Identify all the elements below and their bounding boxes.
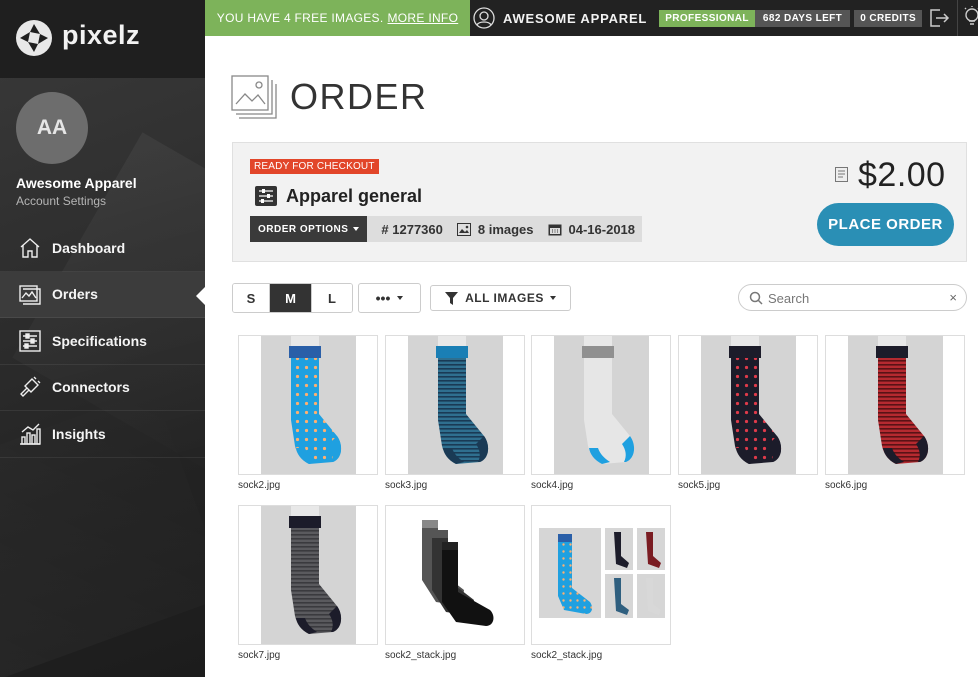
size-medium-button[interactable]: M <box>270 284 312 312</box>
image-tile[interactable]: sock5.jpg <box>678 335 818 491</box>
image-tile[interactable]: sock4.jpg <box>531 335 671 491</box>
image-filename: sock6.jpg <box>825 480 868 491</box>
receipt-icon[interactable] <box>835 167 848 182</box>
brand-name: pixelz <box>62 20 141 50</box>
account-settings-link[interactable]: Account Settings <box>16 194 106 208</box>
sidebar-item-connectors[interactable]: Connectors <box>0 365 205 411</box>
order-summary-panel: READY FOR CHECKOUT Apparel general ORDER… <box>232 142 967 262</box>
account-name[interactable]: Awesome Apparel <box>16 175 137 191</box>
top-bar: YOU HAVE 4 FREE IMAGES. MORE INFO AWESOM… <box>205 0 978 36</box>
chart-icon <box>20 423 41 445</box>
sliders-icon <box>19 330 41 352</box>
pixelz-logo-icon <box>16 20 52 56</box>
image-tile[interactable]: sock2_stack.jpg <box>385 505 525 661</box>
order-meta-bar: ORDER OPTIONS # 1277360 8 images 04-16-2… <box>250 216 642 242</box>
sliders-icon <box>255 186 277 206</box>
more-actions-button[interactable]: ••• <box>358 283 421 313</box>
days-left-badge: 682 DAYS LEFT <box>754 9 851 27</box>
image-tile[interactable]: sock7.jpg <box>238 505 378 661</box>
image-filename: sock2_stack.jpg <box>531 650 603 661</box>
sidebar-item-dashboard[interactable]: Dashboard <box>0 225 205 272</box>
account-title: AWESOME APPAREL <box>503 10 648 26</box>
image-filename: sock2_stack.jpg <box>385 650 457 661</box>
plug-icon <box>20 376 41 398</box>
order-date: 04-16-2018 <box>548 221 636 237</box>
more-icon: ••• <box>375 290 391 306</box>
sidebar-item-label: Specifications <box>52 332 147 349</box>
image-filename: sock4.jpg <box>531 480 574 491</box>
order-options-dropdown[interactable]: ORDER OPTIONS <box>250 216 368 242</box>
place-order-button[interactable]: PLACE ORDER <box>817 203 954 246</box>
image-thumbnail[interactable] <box>825 335 965 475</box>
image-icon <box>456 222 471 236</box>
app-root: pixelz AA Awesome Apparel Account Settin… <box>0 0 978 677</box>
order-price: $2.00 <box>858 156 946 194</box>
thumbnail-size-toggle: S M L <box>232 283 353 313</box>
image-thumbnail[interactable] <box>385 505 525 645</box>
account-summary[interactable]: AWESOME APPAREL PROFESSIONAL 682 DAYS LE… <box>473 0 923 36</box>
filter-icon <box>445 291 459 305</box>
plan-badge: PROFESSIONAL <box>659 9 755 27</box>
sidebar-item-label: Insights <box>52 425 106 442</box>
image-thumbnail[interactable] <box>238 505 378 645</box>
search-icon <box>749 291 763 305</box>
image-tile[interactable]: sock2_stack.jpg <box>531 505 671 661</box>
image-filename: sock7.jpg <box>238 650 281 661</box>
user-icon <box>473 7 495 29</box>
sidebar-item-label: Orders <box>52 286 98 303</box>
image-thumbnail[interactable] <box>385 335 525 475</box>
order-images-icon <box>231 75 277 119</box>
image-tile[interactable]: sock2.jpg <box>238 335 378 491</box>
image-tile[interactable]: sock6.jpg <box>825 335 965 491</box>
search-box: × <box>738 284 967 311</box>
home-icon <box>20 237 40 258</box>
sidebar-item-label: Connectors <box>52 379 130 396</box>
order-number: # 1277360 <box>381 222 442 237</box>
image-thumbnail[interactable] <box>678 335 818 475</box>
chevron-down-icon <box>353 227 360 231</box>
image-count: 8 images <box>456 221 534 237</box>
sidebar-item-specifications[interactable]: Specifications <box>0 318 205 365</box>
sidebar-item-insights[interactable]: Insights <box>0 411 205 458</box>
calendar-icon <box>548 224 562 235</box>
chevron-down-icon <box>397 296 404 300</box>
image-filename: sock5.jpg <box>678 480 721 491</box>
logout-icon[interactable] <box>928 8 950 28</box>
sidebar-nav: Dashboard Orders Specifications Connecto… <box>0 225 205 458</box>
sidebar-item-label: Dashboard <box>52 239 126 256</box>
image-count-value: 8 images <box>477 221 534 237</box>
logo[interactable]: pixelz <box>0 0 205 78</box>
image-filename: sock3.jpg <box>385 480 428 491</box>
avatar[interactable]: AA <box>16 92 88 164</box>
image-tile[interactable]: sock3.jpg <box>385 335 525 491</box>
order-number-value: # 1277360 <box>381 221 443 237</box>
status-badge: READY FOR CHECKOUT <box>250 159 379 174</box>
lightbulb-icon[interactable] <box>963 6 978 28</box>
topbar-divider <box>957 0 958 36</box>
size-small-button[interactable]: S <box>233 284 270 312</box>
size-large-button[interactable]: L <box>312 284 352 312</box>
image-filename: sock2.jpg <box>238 480 281 491</box>
more-info-link[interactable]: MORE INFO <box>388 11 459 25</box>
specification-name[interactable]: Apparel general <box>286 186 422 207</box>
order-date-value: 04-16-2018 <box>568 221 636 237</box>
order-options-label: ORDER OPTIONS <box>258 223 349 235</box>
image-thumbnail[interactable] <box>531 505 671 645</box>
page-title: ORDER <box>290 76 428 117</box>
free-images-banner: YOU HAVE 4 FREE IMAGES. MORE INFO <box>205 0 470 36</box>
search-input[interactable] <box>768 288 938 308</box>
filter-label: ALL IMAGES <box>465 291 544 305</box>
credits-badge: 0 CREDITS <box>854 9 923 27</box>
image-filter-dropdown[interactable]: ALL IMAGES <box>430 285 571 311</box>
chevron-down-icon <box>549 296 556 300</box>
image-thumbnail[interactable] <box>238 335 378 475</box>
promo-text: YOU HAVE 4 FREE IMAGES. <box>216 11 384 25</box>
sidebar: pixelz AA Awesome Apparel Account Settin… <box>0 0 205 677</box>
image-thumbnail[interactable] <box>531 335 671 475</box>
images-icon <box>19 285 41 305</box>
sidebar-item-orders[interactable]: Orders <box>0 271 205 318</box>
clear-search-icon[interactable]: × <box>949 290 957 305</box>
